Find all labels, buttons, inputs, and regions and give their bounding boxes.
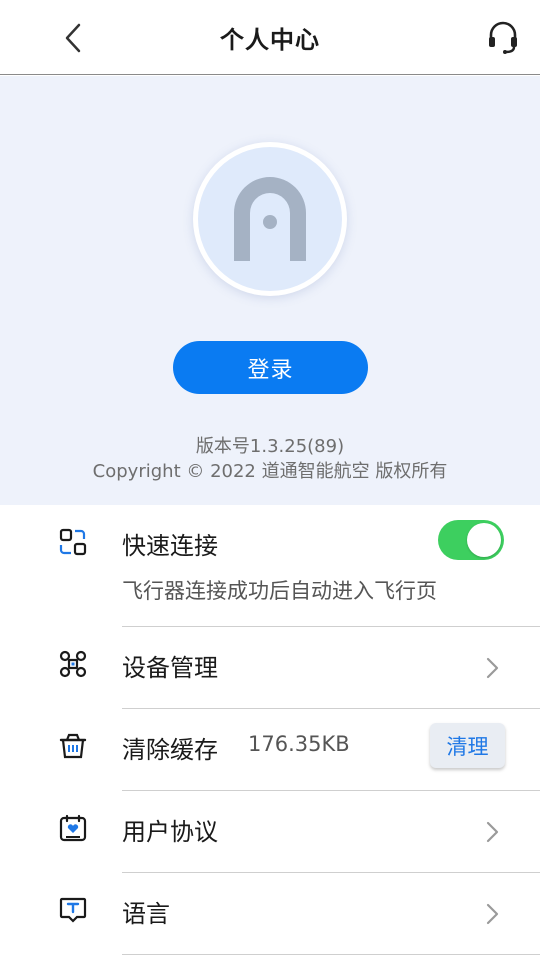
avatar[interactable] bbox=[193, 142, 347, 296]
user-agreement-label[interactable]: 用户协议 bbox=[122, 812, 218, 847]
agreement-icon bbox=[58, 813, 88, 843]
support-button[interactable] bbox=[484, 18, 522, 58]
quick-connect-label: 快速连接 bbox=[122, 532, 218, 560]
language-label[interactable]: 语言 bbox=[122, 894, 170, 929]
device-management-label[interactable]: 设备管理 bbox=[122, 648, 218, 683]
drone-icon bbox=[58, 649, 88, 679]
copyright-text: Copyright © 2022 道通智能航空 版权所有 bbox=[92, 461, 448, 482]
divider bbox=[122, 626, 540, 627]
chevron-right-icon[interactable] bbox=[482, 656, 502, 680]
avatar-placeholder-icon bbox=[234, 177, 306, 261]
quick-connect-toggle[interactable] bbox=[438, 520, 504, 560]
chevron-right-icon[interactable] bbox=[482, 820, 502, 844]
page-title: 个人中心 bbox=[220, 26, 320, 54]
login-button[interactable]: 登录 bbox=[173, 341, 368, 394]
avatar-circle bbox=[198, 147, 342, 291]
version-text: 版本号1.3.25(89) bbox=[195, 436, 345, 457]
quick-connect-description: 飞行器连接成功后自动进入飞行页 bbox=[122, 579, 437, 603]
quick-connect-icon bbox=[58, 527, 88, 557]
divider bbox=[122, 790, 540, 791]
language-icon bbox=[58, 895, 88, 925]
clean-cache-button[interactable]: 清理 bbox=[430, 723, 505, 768]
profile-section: 登录 版本号1.3.25(89) Copyright © 2022 道通智能航空… bbox=[0, 76, 540, 505]
chevron-right-icon[interactable] bbox=[482, 902, 502, 926]
clear-cache-label: 清除缓存 bbox=[122, 736, 218, 764]
trash-basket-icon bbox=[58, 731, 88, 761]
divider bbox=[122, 954, 540, 955]
divider bbox=[122, 708, 540, 709]
top-bar: 个人中心 bbox=[0, 0, 540, 75]
cache-size-value: 176.35KB bbox=[248, 732, 350, 756]
toggle-knob bbox=[467, 523, 501, 557]
divider bbox=[122, 872, 540, 873]
headset-icon bbox=[489, 21, 517, 54]
